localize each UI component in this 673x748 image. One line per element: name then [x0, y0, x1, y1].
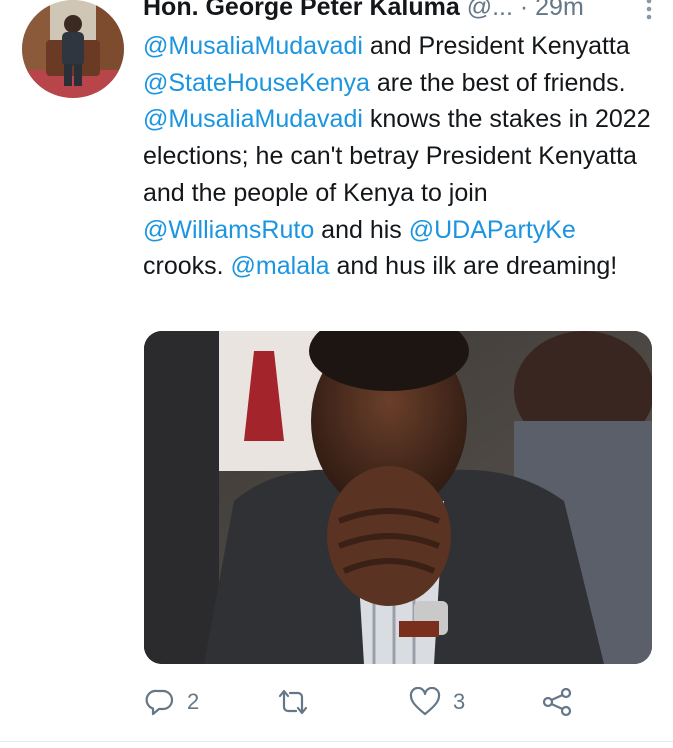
tweet-actions: 2 3	[143, 684, 623, 720]
author-avatar[interactable]	[22, 0, 124, 98]
retweet-button[interactable]	[276, 684, 322, 720]
mention-link[interactable]: @malala	[231, 252, 330, 280]
author-handle[interactable]: @...	[467, 0, 513, 21]
mention-link[interactable]: @MusaliaMudavadi	[143, 105, 363, 133]
mention-link[interactable]: @MusaliaMudavadi	[143, 32, 363, 60]
tweet-text: @MusaliaMudavadi and President Kenyatta …	[143, 28, 653, 285]
tweet-photo[interactable]	[144, 331, 652, 664]
like-count: 3	[453, 689, 466, 714]
tweet-text-segment: and his	[314, 215, 409, 244]
mention-link[interactable]: @WilliamsRuto	[143, 216, 314, 244]
photo-illustration	[144, 331, 652, 664]
tweet-text-segment: and hus ilk are dreaming!	[329, 252, 618, 281]
tweet-header: Hon. George Peter Kaluma @... · 29m	[143, 0, 653, 24]
avatar-photo	[22, 0, 124, 98]
tweet-timestamp[interactable]: 29m	[535, 0, 584, 21]
more-options-icon[interactable]	[645, 0, 653, 20]
tweet-text-segment: crooks.	[143, 252, 231, 281]
like-button[interactable]: 3	[409, 684, 465, 720]
separator-dot: ·	[519, 0, 529, 21]
share-icon	[542, 687, 572, 717]
reply-count: 2	[187, 689, 200, 714]
mention-link[interactable]: @UDAPartyKe	[409, 216, 576, 244]
share-button[interactable]	[541, 684, 573, 720]
reply-icon	[145, 689, 174, 716]
retweet-icon	[278, 689, 308, 715]
tweet-text-segment: and President Kenyatta	[362, 32, 630, 60]
tweet-text-segment: are the best of friends.	[369, 68, 626, 97]
like-icon	[409, 687, 441, 716]
mention-link[interactable]: @StateHouseKenya	[143, 69, 370, 97]
tweet-divider	[0, 741, 673, 742]
author-name[interactable]: Hon. George Peter Kaluma	[143, 0, 460, 21]
reply-button[interactable]: 2	[145, 684, 199, 720]
